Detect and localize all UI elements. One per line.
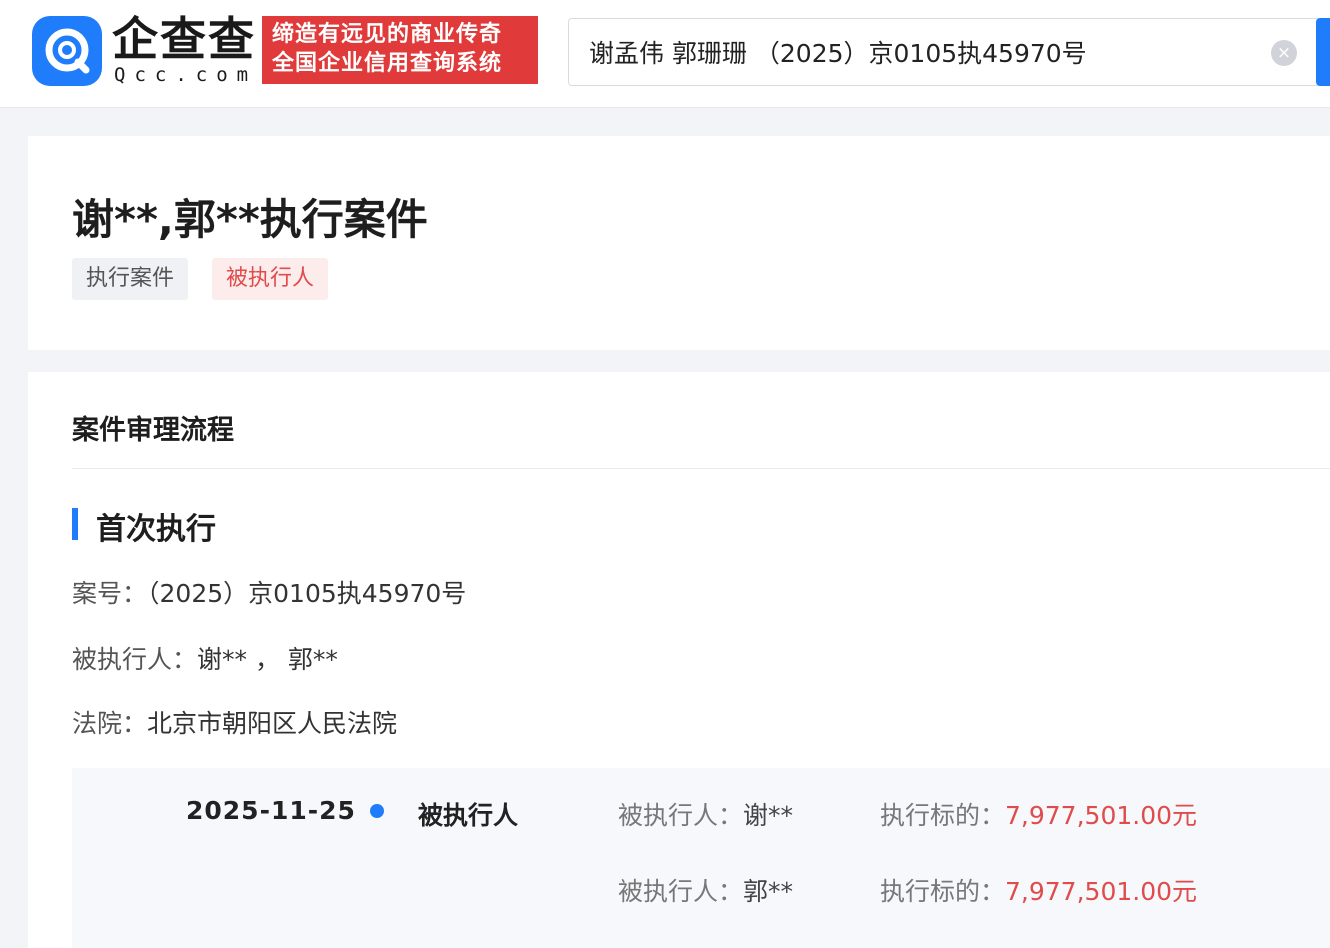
executed-person-value: 谢** ， 郭** [197, 645, 338, 674]
timeline-amount-label: 执行标的： [880, 877, 1006, 906]
slogan-line-1: 缔造有远见的商业传奇 [272, 22, 503, 47]
court-label: 法院： [72, 709, 148, 738]
logo-subtext: Qcc.com [114, 64, 258, 86]
qcc-logo-icon[interactable] [32, 16, 102, 86]
timeline-person-2: 被执行人：郭** [618, 872, 793, 908]
search-box: × [568, 18, 1320, 86]
tag-execution-case: 执行案件 [72, 258, 189, 300]
case-number-row: 案号：（2025）京0105执45970号 [72, 574, 466, 610]
timeline-amount-2: 执行标的：7,977,501.00元 [880, 872, 1197, 908]
case-number-label: 案号： [72, 579, 148, 608]
timeline-dot-icon [370, 804, 384, 818]
search-input[interactable] [589, 19, 1269, 85]
clear-icon[interactable]: × [1271, 40, 1297, 66]
timeline-amount-value: 7,977,501.00元 [1005, 877, 1198, 906]
sub-title-bar [72, 508, 78, 540]
timeline-person-value: 谢** [743, 801, 794, 830]
timeline-amount-label: 执行标的： [880, 801, 1006, 830]
search-button[interactable] [1316, 18, 1330, 86]
tag-executed-person: 被执行人 [212, 258, 329, 300]
logo-text[interactable]: 企查查 [112, 14, 256, 64]
case-header-card: 谢**,郭**执行案件 执行案件 被执行人 [28, 136, 1330, 350]
slogan-banner: 缔造有远见的商业传奇 全国企业信用查询系统 [262, 16, 538, 84]
header: 企查查 Qcc.com 缔造有远见的商业传奇 全国企业信用查询系统 × [0, 0, 1330, 108]
timeline-person-label: 被执行人： [618, 877, 744, 906]
sub-title: 首次执行 [96, 512, 216, 547]
page-title: 谢**,郭**执行案件 [72, 195, 428, 244]
timeline-amount-value: 7,977,501.00元 [1005, 801, 1198, 830]
executed-person-label: 被执行人： [72, 645, 198, 674]
timeline-person-value: 郭** [743, 877, 794, 906]
timeline-date: 2025-11-25 [186, 796, 356, 825]
court-value: 北京市朝阳区人民法院 [147, 709, 398, 738]
timeline-box: 2025-11-25 被执行人 被执行人：谢** 执行标的：7,977,501.… [72, 768, 1330, 948]
section-title: 案件审理流程 [72, 415, 234, 446]
timeline-event: 被执行人 [418, 801, 519, 830]
timeline-amount-1: 执行标的：7,977,501.00元 [880, 796, 1197, 832]
timeline-person-1: 被执行人：谢** [618, 796, 793, 832]
executed-person-row: 被执行人：谢** ， 郭** [72, 640, 338, 676]
case-number-value: （2025）京0105执45970号 [147, 579, 467, 608]
process-card: 案件审理流程 首次执行 案号：（2025）京0105执45970号 被执行人：谢… [28, 372, 1330, 948]
timeline-person-label: 被执行人： [618, 801, 744, 830]
slogan-line-2: 全国企业信用查询系统 [272, 51, 503, 76]
divider [72, 468, 1330, 469]
court-row: 法院：北京市朝阳区人民法院 [72, 704, 397, 740]
